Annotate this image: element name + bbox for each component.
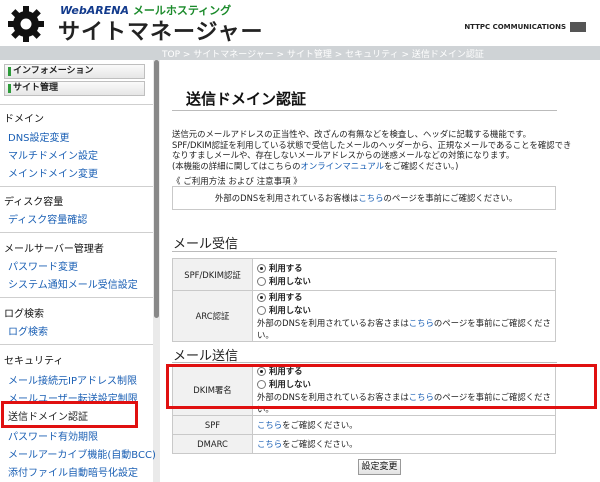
row-label: SPF [172,415,253,435]
sidebar-item-log[interactable]: ログ検索 [8,323,48,338]
breadcrumb[interactable]: TOP > サイトマネージャー > サイト管理 > セキュリティ > 送信ドメイ… [162,47,484,60]
sidebar-item-encrypt[interactable]: 添付ファイル自動暗号化設定 [8,464,138,479]
scrollbar-thumb[interactable] [154,60,159,318]
sidebar-item-ip-restrict[interactable]: メール接続元IPアドレス制限 [8,372,137,387]
divider [0,232,153,233]
divider [0,186,153,187]
receive-section-title: メール受信 [173,237,239,252]
spf-link[interactable]: こちら [257,420,282,430]
intro-text: 送信元のメールアドレスの正当性や、改ざんの有無などを検査し、ヘッダに記載する機能… [172,129,572,171]
divider [0,297,153,298]
header: WebARENA メールホスティング サイトマネージャー NTTPC COMMU… [0,0,600,46]
terms-box: 外部のDNSを利用されているお客様はこちらのページを事前にご確認ください。 [172,186,556,210]
radio-spf-dkim-on[interactable] [257,263,266,273]
sidebar-item-main-domain[interactable]: メインドメイン変更 [8,165,98,180]
section-disk: ディスク容量 [4,197,64,208]
app-title: サイトマネージャー [58,20,264,45]
sidebar-item-multidomain[interactable]: マルチドメイン設定 [8,147,98,162]
sidebar-item-password-expiry[interactable]: パスワード有効期限 [8,428,98,443]
divider [172,362,557,363]
divider [0,104,153,105]
sidebar-item-notify[interactable]: システム通知メール受信設定 [8,276,138,291]
highlight-box [1,401,138,428]
row-label: SPF/DKIM認証 [172,258,253,291]
gear-logo-icon [8,6,44,42]
section-mail-admin: メールサーバー管理者 [4,244,104,255]
sidebar-item-password[interactable]: パスワード変更 [8,258,78,273]
sidebar-item-dns[interactable]: DNS設定変更 [8,129,70,144]
nav-information[interactable]: インフォメーション [4,64,145,79]
row-label: ARC認証 [172,290,253,342]
ntt-logo: NTTPC COMMUNICATIONS [464,22,586,32]
divider [172,110,557,111]
manual-link[interactable]: オンラインマニュアル [300,161,384,171]
sidebar-scrollbar[interactable] [153,60,160,482]
divider [172,251,557,252]
section-domain: ドメイン [4,114,44,125]
page-title: 送信ドメイン認証 [186,90,307,108]
sidebar-item-disk[interactable]: ディスク容量確認 [8,211,87,226]
row-label: DMARC [172,434,253,454]
terms-link[interactable]: こちら [358,193,383,203]
sidebar-item-archive[interactable]: メールアーカイブ機能(自動BCC) [8,446,156,461]
highlight-box [166,364,597,409]
submit-button[interactable]: 設定変更 [358,459,401,475]
radio-arc-on[interactable] [257,293,266,302]
divider [0,344,153,345]
section-log: ログ検索 [4,309,44,320]
nav-site-management[interactable]: サイト管理 [4,81,145,96]
breadcrumb-bar: TOP > サイトマネージャー > サイト管理 > セキュリティ > 送信ドメイ… [0,46,600,60]
radio-spf-dkim-off[interactable] [257,276,266,286]
radio-arc-off[interactable] [257,306,266,315]
arc-note-link[interactable]: こちら [409,318,434,328]
receive-options-table: SPF/DKIM認証 利用する 利用しない ARC認証 利用する 利用しない 外… [172,258,556,342]
section-security: セキュリティ [4,356,64,367]
dmarc-link[interactable]: こちら [257,439,282,449]
